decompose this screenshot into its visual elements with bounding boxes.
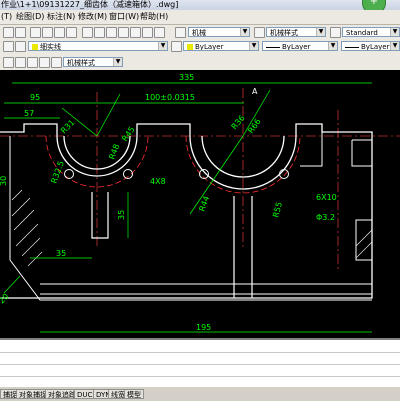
end-boss <box>300 132 372 167</box>
drain-boss <box>355 219 373 261</box>
design-center-icon[interactable] <box>94 27 105 38</box>
dimension-text: 35 <box>117 210 126 220</box>
chevron-down-icon: ▼ <box>316 28 325 36</box>
chevron-down-icon: ▼ <box>390 28 399 36</box>
mleader-icon[interactable] <box>3 57 14 68</box>
text-style-combo[interactable]: 机械 ▼ <box>188 27 250 37</box>
dim-style-combo[interactable]: 机械样式 ▼ <box>266 27 326 37</box>
mleader-style-combo[interactable]: 机械样式 ▼ <box>63 57 123 67</box>
chevron-down-icon: ▼ <box>249 42 258 50</box>
zoom-realtime-icon[interactable] <box>42 27 53 38</box>
dimension-text: R44 <box>197 195 211 213</box>
color-combo[interactable]: ByLayer ▼ <box>183 41 259 51</box>
dimension-text: 57 <box>24 109 34 118</box>
title-bar: 作业\1+1\09131227_细齿体（减速箱体）.dwg] <box>0 0 400 10</box>
dimension-text: R66 <box>246 117 262 135</box>
dim-style-icon[interactable] <box>254 27 265 38</box>
help-icon[interactable] <box>154 27 165 38</box>
align-leader-icon[interactable] <box>27 57 38 68</box>
tool-palettes-icon[interactable] <box>106 27 117 38</box>
markup-icon[interactable] <box>130 27 141 38</box>
chevron-down-icon: ▼ <box>240 28 249 36</box>
dimension-text: 95 <box>30 93 40 102</box>
menu-bar: (T) 绘图(D) 标注(N) 修改(M) 窗口(W) 帮助(H) <box>0 10 400 25</box>
window-title: 作业\1+1\09131227_细齿体（减速箱体）.dwg] <box>1 0 179 9</box>
dimension-text: 20 <box>0 292 11 306</box>
styles-toolbar: 机械样式 ▼ <box>0 54 400 71</box>
menu-draw[interactable]: 绘图(D) <box>16 12 44 22</box>
dimension-text: R36 <box>230 113 247 131</box>
text-style-icon[interactable] <box>175 27 186 38</box>
linetype-sample <box>266 46 280 48</box>
collect-leader-icon[interactable] <box>39 57 50 68</box>
layer-color-swatch <box>32 44 38 50</box>
chevron-down-icon: ▼ <box>328 42 337 50</box>
status-model[interactable]: 模型 <box>124 389 144 399</box>
add-leader-icon[interactable] <box>15 57 26 68</box>
menu-dimension[interactable]: 标注(N) <box>47 12 75 22</box>
layer-manager-icon[interactable] <box>3 41 14 52</box>
dimension-text: R55 <box>271 201 284 219</box>
redo-icon[interactable] <box>15 27 26 38</box>
dimension-text: 100±0.0315 <box>145 93 195 102</box>
dimension-text: 335 <box>179 73 194 82</box>
command-line-area[interactable] <box>0 338 400 388</box>
dimension-text: 35 <box>56 249 66 258</box>
linetype-combo[interactable]: ByLayer ▼ <box>262 41 338 51</box>
lineweight-sample <box>345 46 359 48</box>
pan-icon[interactable] <box>30 27 41 38</box>
calculator-icon[interactable] <box>142 27 153 38</box>
standard-toolbar: 机械 ▼ 机械样式 ▼ Standard ▼ <box>0 25 400 40</box>
dimension-text: 30 <box>0 176 8 186</box>
lineweight-combo[interactable]: ByLayer ▼ <box>341 41 400 51</box>
mleader-style-icon[interactable] <box>51 57 62 68</box>
command-history-line <box>0 352 400 353</box>
cad-drawing: 335 95 57 100±0.0315 R31 R48 R45 R36 R66… <box>0 73 400 333</box>
properties-icon[interactable] <box>82 27 93 38</box>
dimension-text: 6X10 <box>316 193 337 202</box>
dimension-lines <box>3 82 372 333</box>
dimension-text: R48 <box>107 143 121 161</box>
undo-icon[interactable] <box>3 27 14 38</box>
sheet-set-icon[interactable] <box>118 27 129 38</box>
chevron-down-icon: ▼ <box>390 42 399 50</box>
menu-help[interactable]: 帮助(H) <box>140 12 168 22</box>
menu-modify[interactable]: 修改(M) <box>78 12 107 22</box>
axis-label: A <box>252 87 258 96</box>
chevron-down-icon: ▼ <box>158 42 167 50</box>
layer-combo[interactable]: 细实线 ▼ <box>28 41 168 51</box>
housing-outline <box>0 123 373 299</box>
dimension-text: R45 <box>120 125 136 143</box>
layers-toolbar: 细实线 ▼ ByLayer ▼ ByLayer ▼ ByLayer ▼ <box>0 39 400 55</box>
bolt-hole <box>64 169 74 179</box>
layer-state-icon[interactable] <box>15 41 26 52</box>
table-style-combo[interactable]: Standard ▼ <box>342 27 400 37</box>
zoom-window-icon[interactable] <box>54 27 65 38</box>
dimension-text: R31 <box>59 118 77 136</box>
command-history-line <box>0 364 400 365</box>
status-bar: 捕捉 对象捕捉 对象追踪 DUCS DYN 线宽 模型 <box>0 386 400 401</box>
dimension-text: 4X8 <box>150 177 166 186</box>
base-flange <box>40 283 372 295</box>
dimension-text: Φ3.2 <box>316 213 335 222</box>
make-current-icon[interactable] <box>171 41 182 52</box>
zoom-previous-icon[interactable] <box>66 27 77 38</box>
dimension-text: 195 <box>196 323 211 332</box>
color-swatch <box>187 44 193 50</box>
command-input-line <box>0 376 400 377</box>
table-style-icon[interactable] <box>330 27 341 38</box>
drawing-canvas[interactable]: 335 95 57 100±0.0315 R31 R48 R45 R36 R66… <box>0 70 400 338</box>
menu-tools[interactable]: (T) <box>1 12 12 22</box>
chevron-down-icon: ▼ <box>113 58 122 66</box>
left-rib <box>91 192 109 239</box>
menu-window[interactable]: 窗口(W) <box>109 12 139 22</box>
dimension-text: R32.5 <box>49 160 65 185</box>
